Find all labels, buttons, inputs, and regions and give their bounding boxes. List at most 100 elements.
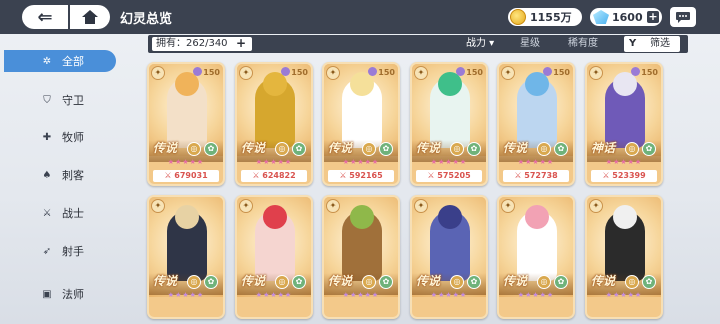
star-rating: ★★★★★ (255, 291, 293, 299)
level-icon (543, 67, 553, 76)
star-icon: ✲ (42, 55, 52, 67)
sidebar-item-guardian[interactable]: ⛉ 守卫 (0, 89, 116, 111)
power-value: ⚔ 679031 (153, 170, 219, 182)
gold-amount: 1155万 (530, 11, 572, 24)
rarity-label: 传说 (328, 274, 353, 288)
hero-card[interactable]: ✦ 传说 ◎ ✿ ★★★★★ (235, 195, 313, 319)
sort-rarity-button[interactable]: 稀有度 (568, 37, 598, 51)
gem-icon (593, 10, 609, 24)
sidebar-item-assassin[interactable]: ♠ 刺客 (0, 164, 116, 186)
gem-currency[interactable]: 1600 + (590, 8, 662, 26)
power-value: ⚔ 624822 (241, 170, 307, 182)
faction-icon: ✿ (642, 142, 656, 156)
element-icon: ◎ (362, 142, 376, 156)
level-value: 150 (641, 68, 658, 77)
star-rating: ★★★★★ (605, 291, 643, 299)
hero-head (175, 205, 199, 229)
hero-head (263, 205, 287, 229)
class-badge-icon: ✦ (151, 199, 165, 213)
filter-button[interactable]: Y 筛选 (624, 36, 680, 52)
faction-icon: ✿ (204, 275, 218, 289)
gold-currency[interactable]: 1155万 (508, 8, 582, 26)
faction-icon: ✿ (292, 275, 306, 289)
sidebar-item-label: 守卫 (62, 94, 84, 107)
element-icon: ◎ (625, 142, 639, 156)
back-arrow-icon: ⇐ (37, 6, 53, 28)
sort-star-button[interactable]: 星级 (520, 37, 540, 51)
level-value: 150 (466, 68, 483, 77)
hero-head (350, 205, 374, 229)
hero-head (438, 205, 462, 229)
hero-card[interactable]: ✦ 传说 ◎ ✿ ★★★★★ (410, 195, 488, 319)
sidebar-item-label: 法师 (62, 288, 84, 301)
hero-card[interactable]: ✦ 150 神话 ◎ ✿ ★★★★★ ⚔ 523399 (585, 62, 663, 186)
rarity-label: 传说 (153, 274, 178, 288)
power-value: ⚔ 523399 (591, 170, 657, 182)
star-rating: ★★★★★ (430, 158, 468, 166)
sidebar-item-all[interactable]: ✲ 全部 (4, 50, 116, 72)
faction-icon: ✿ (554, 142, 568, 156)
power-value: ⚔ 575205 (416, 170, 482, 182)
class-badge-icon: ✦ (501, 199, 515, 213)
hero-card[interactable]: ✦ 150 传说 ◎ ✿ ★★★★★ ⚔ 575205 (410, 62, 488, 186)
level-icon (368, 67, 378, 76)
element-icon: ◎ (187, 142, 201, 156)
power-number: 624822 (262, 171, 296, 180)
level-value: 150 (378, 68, 395, 77)
element-icon: ◎ (275, 275, 289, 289)
sort-power-button[interactable]: 战力 ▾ (466, 37, 494, 51)
level-icon (456, 67, 466, 76)
sidebar-item-label: 全部 (62, 55, 84, 68)
element-icon: ◎ (450, 142, 464, 156)
hero-card[interactable]: ✦ 150 传说 ◎ ✿ ★★★★★ ⚔ 679031 (147, 62, 225, 186)
class-badge-icon: ✦ (239, 199, 253, 213)
power-value: ⚔ 572738 (503, 170, 569, 182)
book-icon: ▣ (42, 288, 52, 300)
hero-card[interactable]: ✦ 传说 ◎ ✿ ★★★★★ (322, 195, 400, 319)
chat-button[interactable] (670, 7, 696, 27)
hero-card[interactable]: ✦ 150 传说 ◎ ✿ ★★★★★ ⚔ 624822 (235, 62, 313, 186)
class-badge-icon: ✦ (414, 66, 428, 80)
power-number: 572738 (524, 171, 558, 180)
hero-card[interactable]: ✦ 150 传说 ◎ ✿ ★★★★★ ⚔ 592165 (322, 62, 400, 186)
level-icon (631, 67, 641, 76)
power-number: 592165 (349, 171, 383, 180)
expand-owned-button[interactable]: + (236, 36, 246, 50)
sword-icon: ⚔ (42, 207, 52, 219)
element-icon: ◎ (450, 275, 464, 289)
power-number: 523399 (612, 171, 646, 180)
rarity-label: 传说 (416, 274, 441, 288)
class-badge-icon: ✦ (239, 66, 253, 80)
sidebar-item-archer[interactable]: ➶ 射手 (0, 240, 116, 262)
level-value: 150 (553, 68, 570, 77)
star-rating: ★★★★★ (605, 158, 643, 166)
rarity-label: 传说 (241, 141, 266, 155)
star-rating: ★★★★★ (342, 291, 380, 299)
back-button[interactable]: ⇐ (22, 5, 68, 29)
sidebar-item-warrior[interactable]: ⚔ 战士 (0, 202, 116, 224)
level-badge: 150 (193, 67, 220, 77)
element-icon: ◎ (362, 275, 376, 289)
star-rating: ★★★★★ (255, 158, 293, 166)
hero-card[interactable]: ✦ 传说 ◎ ✿ ★★★★★ (147, 195, 225, 319)
class-badge-icon: ✦ (589, 66, 603, 80)
star-rating: ★★★★★ (430, 291, 468, 299)
star-rating: ★★★★★ (517, 291, 555, 299)
level-badge: 150 (456, 67, 483, 77)
element-icon: ◎ (187, 275, 201, 289)
class-badge-icon: ✦ (326, 199, 340, 213)
hero-card[interactable]: ✦ 传说 ◎ ✿ ★★★★★ (585, 195, 663, 319)
home-button[interactable] (70, 5, 110, 29)
level-value: 150 (291, 68, 308, 77)
level-badge: 150 (631, 67, 658, 77)
hero-head (613, 205, 637, 229)
faction-icon: ✿ (379, 142, 393, 156)
level-value: 150 (203, 68, 220, 77)
assassin-icon: ♠ (42, 169, 52, 181)
add-gem-button[interactable]: + (647, 11, 659, 23)
sidebar-item-mage[interactable]: ▣ 法师 (0, 283, 116, 305)
hero-card[interactable]: ✦ 传说 ◎ ✿ ★★★★★ (497, 195, 575, 319)
sidebar-item-priest[interactable]: ✚ 牧师 (0, 126, 116, 148)
hero-card[interactable]: ✦ 150 传说 ◎ ✿ ★★★★★ ⚔ 572738 (497, 62, 575, 186)
sidebar-item-label: 牧师 (62, 131, 84, 144)
